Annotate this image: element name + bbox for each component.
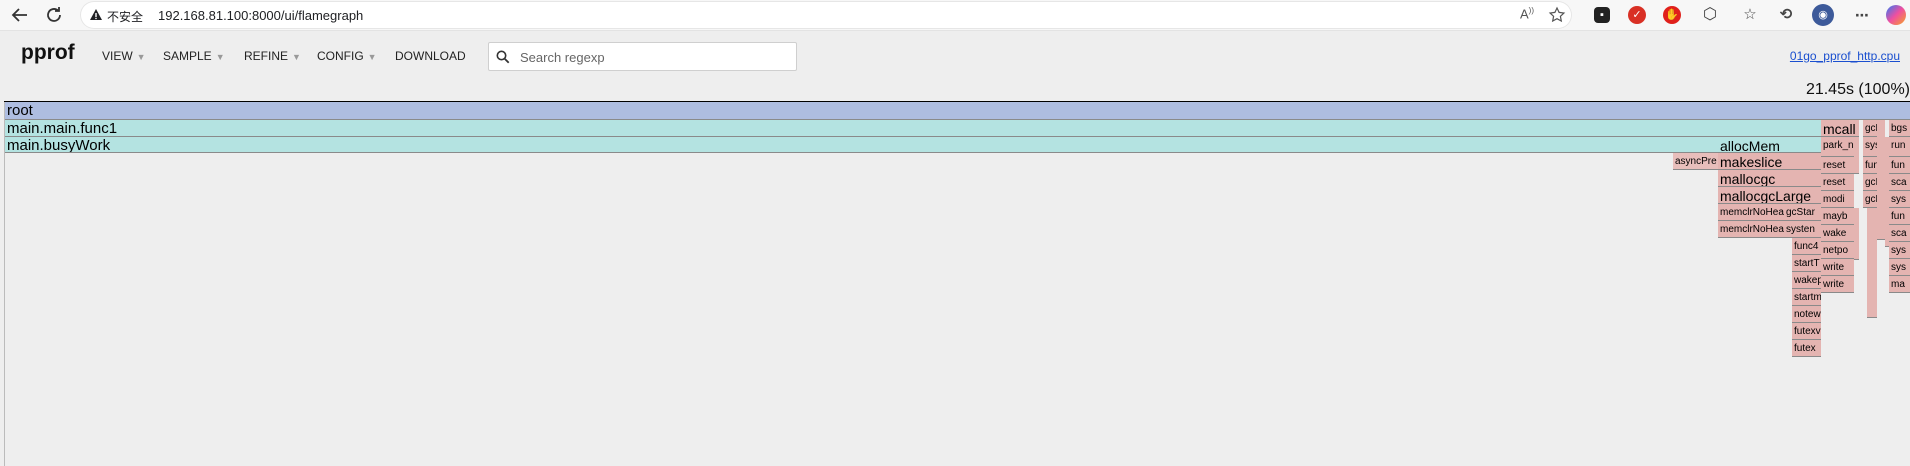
frame-thin[interactable] — [1854, 208, 1859, 260]
history-icon[interactable]: ⟲ — [1776, 5, 1796, 25]
frame-startm[interactable]: startm — [1792, 289, 1821, 306]
frame-sys-3[interactable]: sys — [1889, 259, 1910, 276]
frame-fun-2[interactable]: fun — [1889, 208, 1910, 225]
frame-thin[interactable] — [1854, 137, 1859, 174]
puzzle-extensions-icon[interactable]: ⬡ — [1700, 5, 1720, 25]
menu-download-label: DOWNLOAD — [395, 49, 466, 63]
frame-root[interactable]: root — [5, 102, 1910, 120]
frame-sys-1[interactable]: sys — [1889, 191, 1910, 208]
warning-icon — [90, 9, 102, 20]
copilot-icon[interactable] — [1886, 5, 1906, 25]
shield-extension-icon[interactable]: ✓ — [1628, 6, 1646, 24]
chevron-down-icon: ▼ — [136, 52, 146, 62]
profile-name-link[interactable]: 01go_pprof_http.cpu — [1790, 49, 1900, 63]
menu-sample[interactable]: SAMPLE ▼ — [163, 49, 225, 63]
frame-mallocgclarge[interactable]: mallocgcLarge — [1718, 187, 1821, 204]
read-aloud-label: A — [1520, 6, 1529, 22]
profile-avatar[interactable]: ◉ — [1812, 4, 1834, 26]
menu-view[interactable]: VIEW ▼ — [102, 49, 146, 63]
menu-config[interactable]: CONFIG ▼ — [317, 49, 377, 63]
more-menu-icon[interactable]: ⋯ — [1852, 5, 1872, 25]
frame-write-2[interactable]: write — [1821, 276, 1854, 293]
frame-thin[interactable] — [1867, 208, 1877, 318]
favorite-star-icon[interactable] — [1548, 6, 1566, 24]
frame-startt[interactable]: startT — [1792, 255, 1821, 272]
menu-refine-label: REFINE — [244, 49, 289, 63]
frame-write-1[interactable]: write — [1821, 259, 1854, 276]
frame-sca-2[interactable]: sca — [1889, 225, 1910, 242]
pprof-header: pprof VIEW ▼ SAMPLE ▼ REFINE ▼ CONFIG ▼ DOWN… — [0, 31, 1910, 75]
favorites-icon[interactable]: ☆ — [1740, 5, 1760, 25]
chevron-down-icon: ▼ — [367, 52, 377, 62]
menu-config-label: CONFIG — [317, 49, 364, 63]
address-bar[interactable]: 不安全 192.168.81.100:8000/ui/flamegraph A)… — [80, 1, 1572, 29]
reload-icon[interactable] — [42, 3, 66, 27]
frame-ma[interactable]: ma — [1889, 276, 1910, 293]
frame-wakep[interactable]: wakep — [1792, 272, 1821, 289]
pprof-page: pprof VIEW ▼ SAMPLE ▼ REFINE ▼ CONFIG ▼ DOWN… — [0, 31, 1910, 466]
menu-sample-label: SAMPLE — [163, 49, 212, 63]
frame-memclr-2[interactable]: memclrNoHea — [1718, 221, 1784, 238]
frame-mcall[interactable]: mcall — [1821, 120, 1859, 137]
search-box[interactable] — [488, 42, 797, 71]
browser-toolbar: 不安全 192.168.81.100:8000/ui/flamegraph A)… — [0, 0, 1910, 31]
frame-thin[interactable] — [1885, 137, 1889, 247]
frame-wake[interactable]: wake — [1821, 225, 1854, 242]
frame-gcstart[interactable]: gcStar — [1784, 204, 1821, 221]
back-arrow-icon[interactable] — [8, 3, 32, 27]
frame-netpo[interactable]: netpo — [1821, 242, 1854, 259]
frame-run[interactable]: run — [1889, 137, 1910, 157]
search-input[interactable] — [518, 47, 792, 68]
frame-park-m[interactable]: park_n — [1821, 137, 1854, 157]
frame-allocmem[interactable]: allocMem — [1718, 137, 1821, 153]
pprof-logo: pprof — [21, 41, 75, 64]
frame-futexwakeup[interactable]: futexv — [1792, 323, 1821, 340]
frame-modi[interactable]: modi — [1821, 191, 1854, 208]
frame-reset-2[interactable]: reset — [1821, 174, 1854, 191]
frame-main-func1[interactable]: main.main.func1 — [5, 120, 1821, 137]
chevron-down-icon: ▼ — [292, 52, 301, 62]
url-text[interactable]: 192.168.81.100:8000/ui/flamegraph — [158, 8, 363, 23]
frame-thin[interactable] — [1877, 120, 1885, 240]
adblock-extension-icon[interactable]: ✋ — [1663, 6, 1681, 24]
menu-download[interactable]: DOWNLOAD — [395, 49, 466, 63]
frame-makeslice[interactable]: makeslice — [1718, 153, 1821, 170]
frame-reset-1[interactable]: reset — [1821, 157, 1854, 174]
frame-fun-1[interactable]: fun — [1889, 157, 1910, 174]
frame-bgs[interactable]: bgs — [1889, 120, 1910, 137]
frame-memclr-1[interactable]: memclrNoHea — [1718, 204, 1784, 221]
total-time-label: 21.45s (100%) — [1805, 81, 1910, 98]
security-label[interactable]: 不安全 — [107, 8, 143, 25]
read-aloud-icon[interactable]: A)) — [1520, 6, 1538, 24]
frame-func4[interactable]: func4 — [1792, 238, 1821, 255]
chevron-down-icon: ▼ — [215, 52, 225, 62]
frame-asyncpre[interactable]: asyncPre — [1673, 153, 1718, 170]
frame-mallocgc[interactable]: mallocgc — [1718, 170, 1821, 187]
menu-view-label: VIEW — [102, 49, 133, 63]
extension-icon[interactable]: ▪ — [1594, 7, 1610, 23]
menu-refine[interactable]: REFINE ▼ — [244, 49, 301, 63]
frame-sca-1[interactable]: sca — [1889, 174, 1910, 191]
frame-mayb[interactable]: mayb — [1821, 208, 1854, 225]
flamegraph[interactable]: root main.main.func1 mcall gcBg bgs main… — [4, 102, 1910, 466]
frame-futex[interactable]: futex — [1792, 340, 1821, 357]
frame-sys-2[interactable]: sys — [1889, 242, 1910, 259]
search-icon — [496, 50, 510, 64]
frame-notewakeup[interactable]: notew — [1792, 306, 1821, 323]
frame-busywork[interactable]: main.busyWork — [5, 137, 1821, 153]
frame-systemstack[interactable]: systen — [1784, 221, 1821, 238]
